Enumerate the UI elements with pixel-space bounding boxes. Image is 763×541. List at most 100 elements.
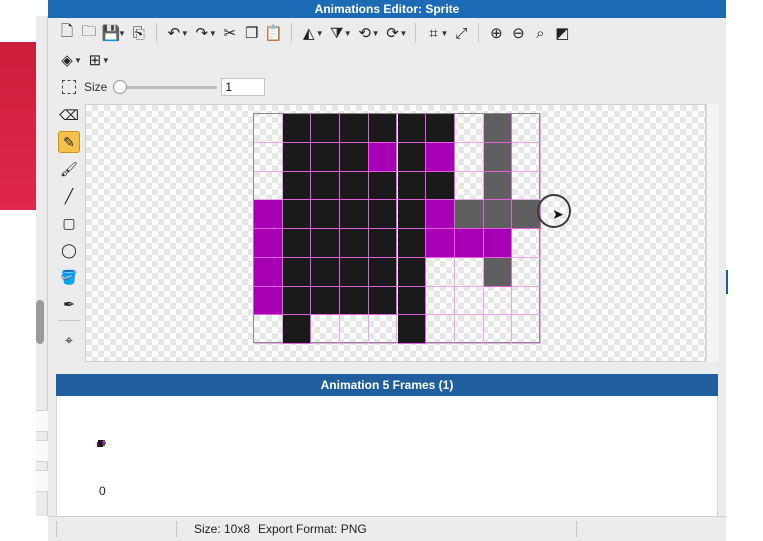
sprite-pixel[interactable] [397, 257, 427, 287]
sprite-pixel[interactable] [368, 114, 398, 143]
sprite-pixel[interactable] [426, 229, 455, 258]
zoom-in-icon[interactable]: ⊕ [485, 22, 507, 44]
sprite-pixel[interactable] [454, 114, 484, 143]
sprite-pixel[interactable] [512, 142, 541, 172]
sprite-pixel[interactable] [426, 315, 455, 344]
sprite-pixel[interactable] [483, 200, 513, 229]
export-icon[interactable]: ⎘ [128, 22, 150, 44]
sprite-pixel[interactable] [397, 315, 427, 344]
sprite-pixel[interactable] [426, 114, 455, 143]
sprite-pixel[interactable] [254, 171, 283, 201]
sprite-pixel-grid[interactable] [253, 113, 541, 344]
sprite-pixel[interactable] [282, 257, 312, 287]
sprite-pixel[interactable] [512, 257, 541, 287]
sprite-pixel[interactable] [282, 200, 312, 229]
sprite-pixel[interactable] [340, 114, 369, 143]
canvas-vertical-scrollbar[interactable] [706, 104, 718, 362]
invert-icon[interactable]: ◩ [551, 22, 573, 44]
sprite-pixel[interactable] [340, 171, 369, 201]
sprite-pixel[interactable] [426, 142, 455, 172]
sprite-pixel[interactable] [368, 257, 398, 287]
pivot-icon[interactable]: ⌖ [58, 329, 80, 351]
sprite-pixel[interactable] [340, 229, 369, 258]
cut-icon[interactable]: ✂ [219, 22, 241, 44]
sprite-pixel[interactable] [340, 257, 369, 287]
sprite-pixel[interactable] [397, 286, 427, 316]
chevron-down-icon[interactable]: ▼ [118, 29, 126, 38]
sprite-pixel[interactable] [397, 171, 427, 201]
ellipse-icon[interactable]: ◯ [58, 239, 80, 261]
sprite-pixel[interactable] [254, 257, 283, 287]
sprite-pixel[interactable] [454, 229, 484, 258]
sprite-pixel[interactable] [426, 200, 455, 229]
sprite-pixel[interactable] [483, 142, 513, 172]
new-file-icon[interactable]: 🗋 [56, 22, 78, 44]
chevron-down-icon[interactable]: ▼ [209, 29, 217, 38]
sprite-pixel[interactable] [254, 200, 283, 229]
eyedropper-icon[interactable]: ✒ [58, 293, 80, 315]
chevron-down-icon[interactable]: ▼ [74, 56, 82, 65]
size-slider-knob[interactable] [113, 80, 128, 94]
sprite-pixel[interactable] [311, 171, 341, 201]
sprite-pixel[interactable] [512, 315, 541, 344]
sprite-pixel[interactable] [311, 315, 341, 344]
sprite-pixel[interactable] [483, 114, 513, 143]
fill-bucket-icon[interactable]: 🪣 [58, 266, 80, 288]
sprite-pixel[interactable] [512, 171, 541, 201]
sprite-pixel[interactable] [311, 114, 341, 143]
sprite-pixel[interactable] [254, 286, 283, 316]
sprite-pixel[interactable] [368, 315, 398, 344]
eraser-icon[interactable]: ⌫ [58, 104, 80, 126]
chevron-down-icon[interactable]: ▼ [102, 56, 110, 65]
sprite-pixel[interactable] [311, 229, 341, 258]
chevron-down-icon[interactable]: ▼ [372, 29, 380, 38]
sprite-pixel[interactable] [282, 171, 312, 201]
sprite-pixel[interactable] [282, 286, 312, 316]
sprite-pixel[interactable] [254, 229, 283, 258]
sprite-pixel[interactable] [311, 257, 341, 287]
chevron-down-icon[interactable]: ▼ [400, 29, 408, 38]
sprite-pixel[interactable] [311, 200, 341, 229]
sprite-pixel[interactable] [483, 315, 513, 344]
sprite-pixel[interactable] [483, 257, 513, 287]
sprite-pixel[interactable] [426, 171, 455, 201]
marquee-select-icon[interactable] [62, 80, 76, 94]
open-folder-icon[interactable]: 🗀 [78, 22, 100, 44]
frame-thumbnail[interactable] [97, 440, 107, 448]
sprite-pixel[interactable] [512, 229, 541, 258]
sprite-pixel[interactable] [397, 142, 427, 172]
sprite-pixel[interactable] [483, 171, 513, 201]
sprite-pixel[interactable] [397, 200, 427, 229]
chevron-down-icon[interactable]: ▼ [440, 29, 448, 38]
sprite-pixel[interactable] [454, 142, 484, 172]
sprite-pixel[interactable] [368, 200, 398, 229]
sprite-pixel[interactable] [397, 114, 427, 143]
zoom-out-icon[interactable]: ⊖ [507, 22, 529, 44]
sprite-pixel[interactable] [512, 286, 541, 316]
sprite-pixel[interactable] [254, 315, 283, 344]
sprite-pixel[interactable] [426, 257, 455, 287]
background-scrollbar-thumb[interactable] [36, 300, 44, 344]
chevron-down-icon[interactable]: ▼ [316, 29, 324, 38]
sprite-pixel[interactable] [368, 171, 398, 201]
sprite-pixel[interactable] [368, 229, 398, 258]
sprite-pixel[interactable] [454, 315, 484, 344]
chevron-down-icon[interactable]: ▼ [181, 29, 189, 38]
resize-icon[interactable]: ⤢ [450, 22, 472, 44]
sprite-pixel[interactable] [368, 142, 398, 172]
sprite-pixel[interactable] [340, 142, 369, 172]
sprite-pixel[interactable] [426, 286, 455, 316]
chevron-down-icon[interactable]: ▼ [344, 29, 352, 38]
size-input[interactable]: 1 [221, 78, 266, 96]
size-slider[interactable] [113, 80, 218, 94]
sprite-pixel[interactable] [340, 286, 369, 316]
sprite-pixel[interactable] [254, 142, 283, 172]
sprite-pixel[interactable] [454, 200, 484, 229]
sprite-pixel[interactable] [340, 315, 369, 344]
sprite-pixel[interactable] [282, 114, 312, 143]
zoom-fit-icon[interactable]: ⌕ [529, 22, 551, 44]
sprite-pixel[interactable] [282, 142, 312, 172]
sprite-pixel[interactable] [483, 229, 513, 258]
sprite-pixel[interactable] [483, 286, 513, 316]
line-icon[interactable]: ╱ [58, 185, 80, 207]
